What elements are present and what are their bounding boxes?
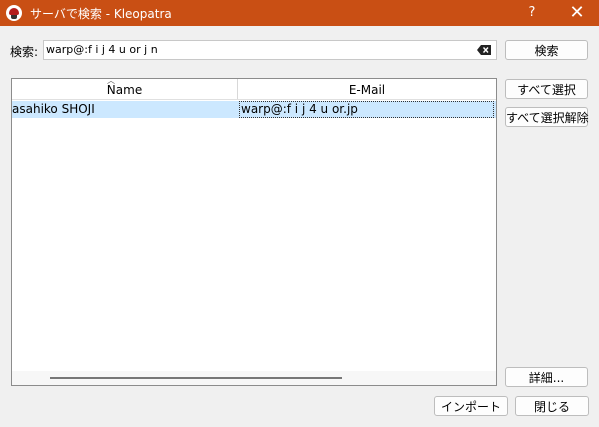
window-title: サーバで検索 - Kleopatra [30,7,172,21]
sort-ascending-icon: ︿ [107,78,115,85]
search-label: 検索: [10,45,39,59]
deselect-all-button[interactable]: すべて選択解除 [505,107,589,127]
results-table[interactable]: ︿ Name E-Mail asahiko SHOJI warp@:f i j … [11,78,497,386]
details-button[interactable]: 詳細... [505,367,588,387]
import-button[interactable]: インポート [434,396,508,416]
table-row[interactable]: asahiko SHOJI warp@:f i j 4 u or.jp [12,101,496,118]
column-header-name[interactable]: ︿ Name [12,79,238,99]
search-button[interactable]: 検索 [505,40,588,60]
row-name: asahiko SHOJI [12,102,95,116]
table-header: ︿ Name E-Mail [12,79,496,100]
search-input-value: warp@:f i j 4 u or j n [46,43,158,56]
close-button[interactable]: 閉じる [515,396,589,416]
scrollbar-thumb[interactable] [50,377,342,379]
search-input[interactable]: warp@:f i j 4 u or j n [43,40,497,60]
close-window-button[interactable]: ✕ [555,0,599,26]
title-bar: サーバで検索 - Kleopatra ? ✕ [0,0,599,26]
row-email: warp@:f i j 4 u or.jp [239,101,494,118]
help-button[interactable]: ? [510,0,554,26]
kleopatra-app-icon [6,5,22,21]
select-all-button[interactable]: すべて選択 [505,79,588,99]
horizontal-scrollbar[interactable] [12,371,496,385]
clear-icon[interactable] [477,45,491,55]
column-header-email[interactable]: E-Mail [238,79,496,99]
